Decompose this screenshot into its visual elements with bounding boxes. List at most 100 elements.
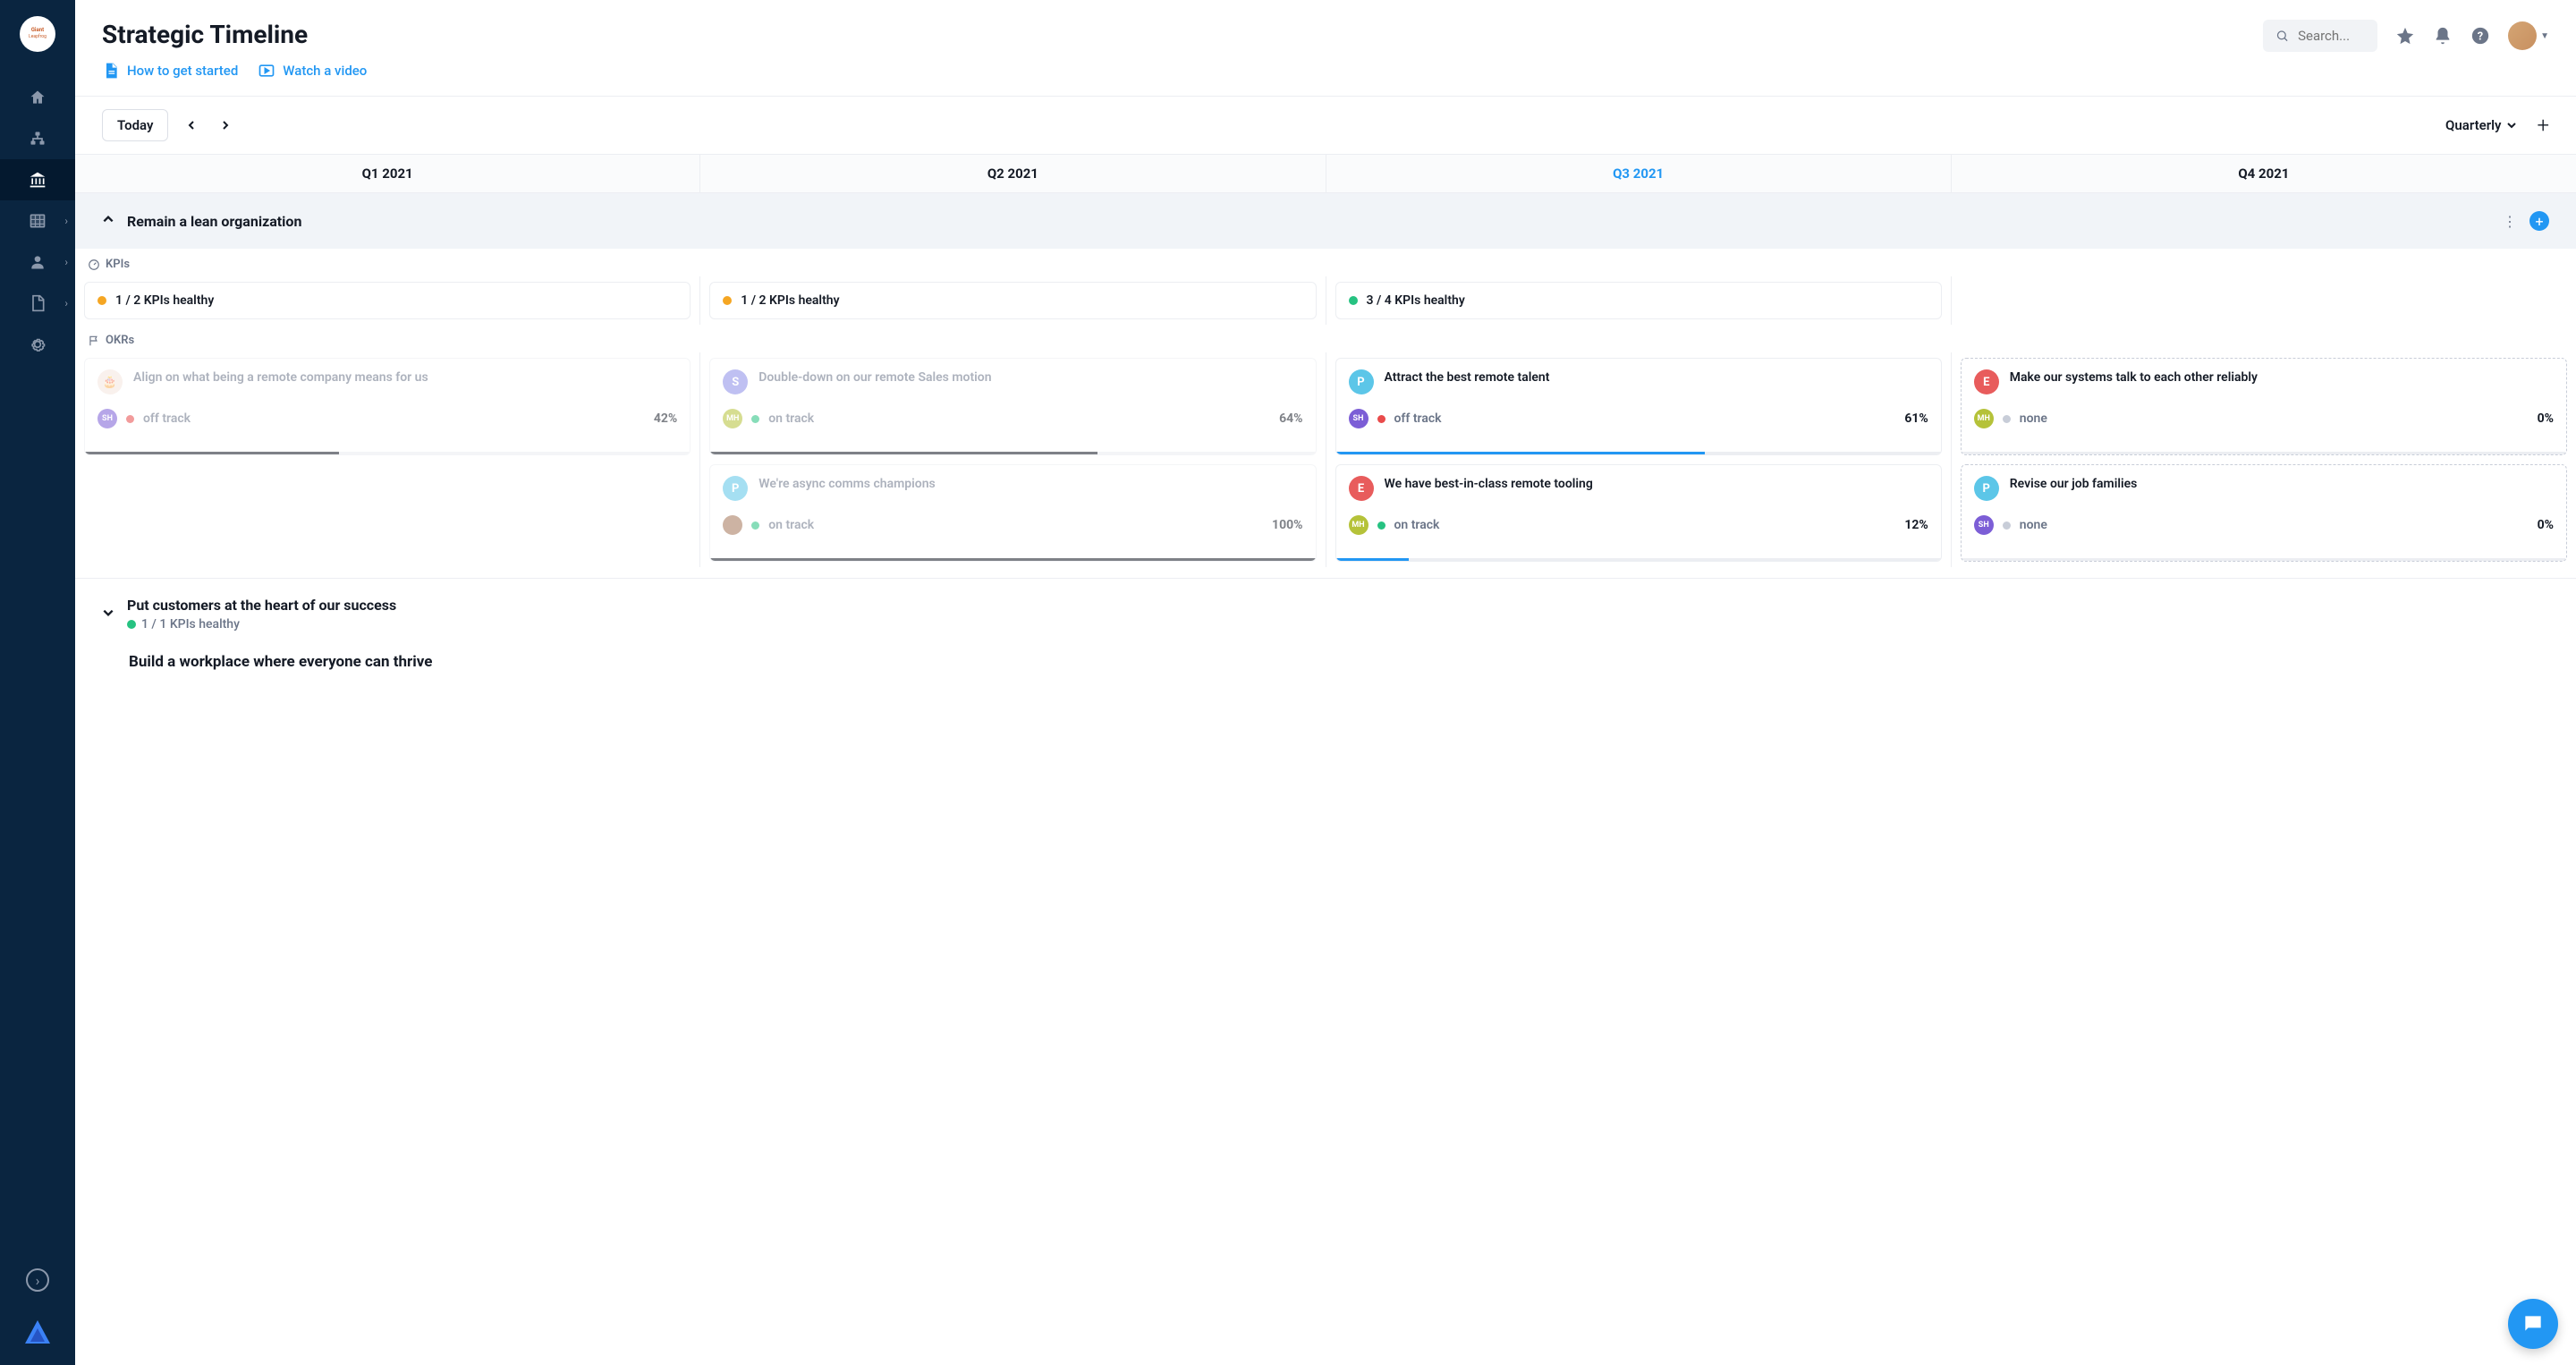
header-left: Strategic Timeline How to get started Wa… xyxy=(102,20,367,80)
quarter-q1[interactable]: Q1 2021 xyxy=(75,155,700,192)
status-text: none xyxy=(2020,411,2047,426)
progress-bar xyxy=(1336,452,1941,454)
flag-icon xyxy=(88,335,100,347)
favorites-button[interactable] xyxy=(2395,26,2415,46)
view-selector[interactable]: Quarterly xyxy=(2445,117,2517,133)
video-link[interactable]: Watch a video xyxy=(258,62,367,80)
document-icon xyxy=(29,294,47,312)
user-menu[interactable]: ▼ xyxy=(2508,21,2549,50)
sidebar: GiantLeapfrog › › › › xyxy=(0,0,75,1365)
status-dot xyxy=(723,296,732,305)
okr-card[interactable]: P Attract the best remote talent SH off … xyxy=(1335,358,1942,455)
grid-icon xyxy=(29,212,47,230)
nav-items: › › › xyxy=(0,77,75,365)
progress-bar xyxy=(710,558,1315,561)
status-dot xyxy=(1349,296,1358,305)
help-button[interactable]: ? xyxy=(2470,26,2490,46)
quarter-q2[interactable]: Q2 2021 xyxy=(700,155,1326,192)
header-right: ? ▼ xyxy=(2263,20,2549,52)
nav-org[interactable] xyxy=(0,118,75,159)
okr-col-q2: S Double-down on our remote Sales motion… xyxy=(700,352,1326,567)
okr-percent: 61% xyxy=(1904,411,1928,426)
page-title: Strategic Timeline xyxy=(102,20,367,49)
progress-bar xyxy=(85,452,690,454)
kpis-label-row: KPIs xyxy=(75,249,2576,276)
search-box[interactable] xyxy=(2263,20,2377,52)
bank-icon xyxy=(29,171,47,189)
status-text: off track xyxy=(143,411,191,426)
how-to-link[interactable]: How to get started xyxy=(102,62,238,80)
gauge-icon xyxy=(88,259,100,271)
status-dot xyxy=(127,620,136,629)
section-header: Remain a lean organization ⋮ + xyxy=(75,193,2576,249)
search-input[interactable] xyxy=(2298,28,2365,44)
bell-icon xyxy=(2433,26,2453,46)
progress-bar xyxy=(1962,452,2566,454)
kpi-card[interactable]: 1 / 2 KPIs healthy xyxy=(709,282,1316,319)
org-logo[interactable]: GiantLeapfrog xyxy=(20,16,55,52)
chevron-down-icon xyxy=(2506,120,2517,131)
okr-card[interactable]: E Make our systems talk to each other re… xyxy=(1961,358,2567,455)
owner-avatar: MH xyxy=(723,409,742,428)
okr-percent: 42% xyxy=(654,411,677,426)
okr-card[interactable]: E We have best-in-class remote tooling M… xyxy=(1335,464,1942,562)
nav-strategy[interactable] xyxy=(0,159,75,200)
nav-projects[interactable]: › xyxy=(0,200,75,242)
category-avatar: P xyxy=(1349,369,1374,394)
add-button[interactable]: + xyxy=(2537,113,2549,138)
today-button[interactable]: Today xyxy=(102,109,168,141)
nav-people[interactable]: › xyxy=(0,242,75,283)
okr-title: We're async comms champions xyxy=(758,476,935,501)
okr-card[interactable]: P We're async comms champions on track 1… xyxy=(709,464,1316,562)
collapse-toggle[interactable] xyxy=(102,606,116,623)
status-text: on track xyxy=(1394,518,1440,532)
status-dot xyxy=(1377,415,1385,423)
kpi-card[interactable]: 1 / 2 KPIs healthy xyxy=(84,282,691,319)
okr-card[interactable]: S Double-down on our remote Sales motion… xyxy=(709,358,1316,455)
okr-col-q1: 🎂 Align on what being a remote company m… xyxy=(75,352,700,567)
search-icon xyxy=(2275,27,2289,45)
chevron-down-icon: ▼ xyxy=(2540,31,2549,41)
owner-avatar: SH xyxy=(1349,409,1368,428)
progress-bar xyxy=(1336,558,1941,561)
owner-avatar: SH xyxy=(97,409,117,428)
gear-icon xyxy=(29,335,47,353)
chevron-right-icon: › xyxy=(64,297,68,309)
status-dot xyxy=(751,521,759,530)
status-dot xyxy=(751,415,759,423)
kpi-card[interactable]: 3 / 4 KPIs healthy xyxy=(1335,282,1942,319)
status-text: on track xyxy=(768,518,814,532)
kpi-row: 1 / 2 KPIs healthy 1 / 2 KPIs healthy 3 … xyxy=(75,276,2576,325)
expand-sidebar-button[interactable]: › xyxy=(26,1268,49,1292)
chat-button[interactable] xyxy=(2508,1299,2558,1349)
okr-row: 🎂 Align on what being a remote company m… xyxy=(75,352,2576,578)
status-dot xyxy=(1377,521,1385,530)
kpi-col-q3: 3 / 4 KPIs healthy xyxy=(1326,276,1952,325)
section-add-button[interactable]: + xyxy=(2529,211,2549,231)
next-button[interactable] xyxy=(215,111,236,140)
prev-button[interactable] xyxy=(181,111,202,140)
okr-title: Align on what being a remote company mea… xyxy=(133,369,428,394)
nav-home[interactable] xyxy=(0,77,75,118)
page-header: Strategic Timeline How to get started Wa… xyxy=(75,0,2576,97)
quarter-q4[interactable]: Q4 2021 xyxy=(1952,155,2576,192)
collapse-toggle[interactable] xyxy=(102,213,116,229)
okr-percent: 12% xyxy=(1904,518,1928,532)
okr-title: Attract the best remote talent xyxy=(1385,369,1550,394)
toolbar-right: Quarterly + xyxy=(2445,113,2549,138)
category-avatar: 🎂 xyxy=(97,369,123,394)
star-icon xyxy=(2395,26,2415,46)
progress-bar xyxy=(1962,558,2566,561)
chevron-right-icon: › xyxy=(64,215,68,227)
section-menu-button[interactable]: ⋮ xyxy=(2503,213,2517,230)
document-icon xyxy=(102,62,120,80)
nav-settings[interactable] xyxy=(0,324,75,365)
notifications-button[interactable] xyxy=(2433,26,2453,46)
chat-icon xyxy=(2521,1312,2545,1335)
nav-docs[interactable]: › xyxy=(0,283,75,324)
okr-card[interactable]: P Revise our job families SH none 0% xyxy=(1961,464,2567,562)
okr-card[interactable]: 🎂 Align on what being a remote company m… xyxy=(84,358,691,455)
quarter-q3[interactable]: Q3 2021 xyxy=(1326,155,1952,192)
svg-text:?: ? xyxy=(2478,30,2483,44)
owner-avatar: SH xyxy=(1974,515,1994,535)
